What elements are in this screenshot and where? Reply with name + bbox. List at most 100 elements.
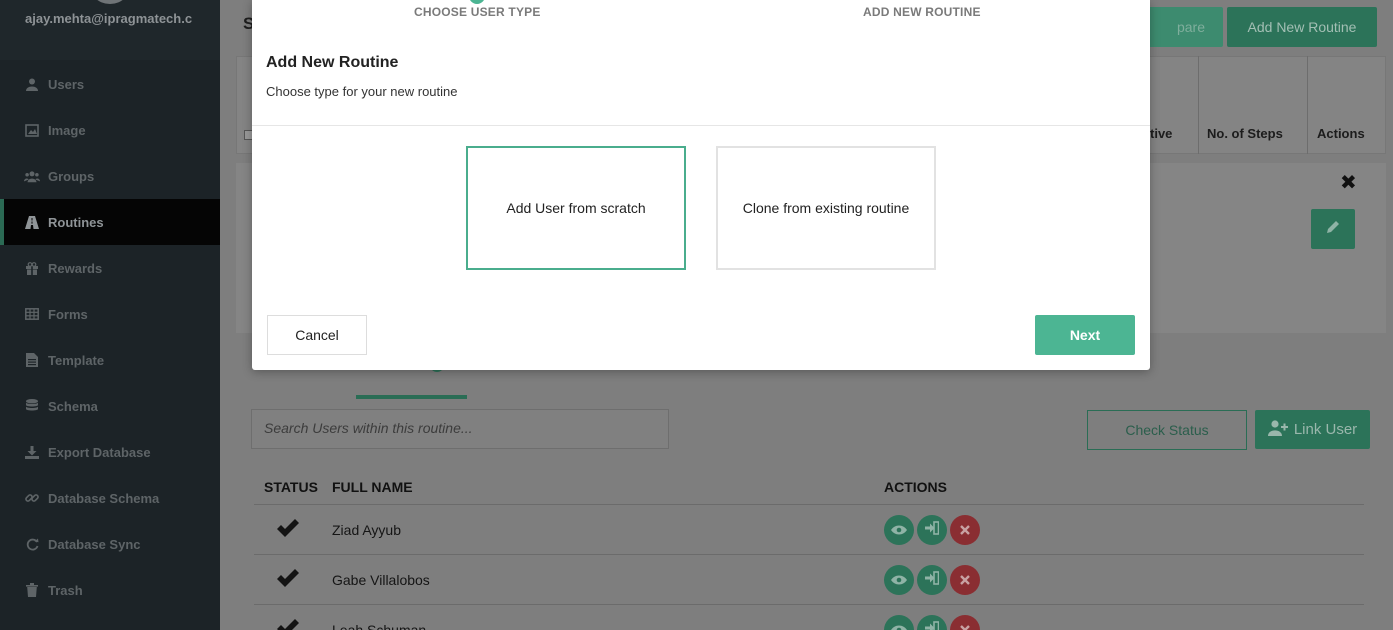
link-icon <box>24 490 40 506</box>
groups-icon <box>24 168 40 184</box>
option-add-user-from-scratch[interactable]: Add User from scratch <box>466 146 686 270</box>
add-user-icon <box>1267 419 1288 440</box>
view-button[interactable] <box>884 564 914 595</box>
sidebar-item-database-schema[interactable]: Database Schema <box>0 475 220 521</box>
active-tab-underline <box>356 395 467 399</box>
option-clone-existing-routine[interactable]: Clone from existing routine <box>716 146 936 270</box>
sidebar-item-label: Database Schema <box>48 490 160 506</box>
eye-icon <box>891 522 907 538</box>
sidebar-item-users[interactable]: Users <box>0 61 220 107</box>
sidebar-item-label: Database Sync <box>48 536 141 552</box>
sidebar-header <box>0 0 220 60</box>
table-row: Ziad Ayyub <box>254 505 1364 555</box>
modal-title: Add New Routine <box>266 54 399 71</box>
step-indicator-dot <box>469 0 485 4</box>
sign-in-icon <box>925 521 940 538</box>
image-icon <box>24 122 40 138</box>
sign-in-icon <box>925 571 940 588</box>
pencil-icon <box>1325 219 1341 240</box>
row-actions <box>884 514 980 545</box>
table-row: Leah Schuman <box>254 605 1364 630</box>
row-actions <box>884 564 980 595</box>
login-as-button[interactable] <box>917 514 947 545</box>
close-icon[interactable]: ✖ <box>1340 170 1357 195</box>
user-icon <box>24 76 40 92</box>
table-row: Gabe Villalobos <box>254 555 1364 605</box>
sidebar-item-rewards[interactable]: Rewards <box>0 245 220 291</box>
sign-in-icon <box>925 621 940 630</box>
sidebar-item-template[interactable]: Template <box>0 337 220 383</box>
sidebar-nav: Users Image Groups Routines Rewards Form… <box>0 61 220 613</box>
database-icon <box>24 398 40 414</box>
modal-subtitle: Choose type for your new routine <box>266 84 458 99</box>
user-name: Gabe Villalobos <box>332 571 430 588</box>
column-header-actions: Actions <box>1317 126 1365 141</box>
remove-button[interactable] <box>950 514 980 545</box>
user-name: Ziad Ayyub <box>332 521 402 538</box>
divider <box>252 125 1150 126</box>
column-header-steps: No. of Steps <box>1207 126 1283 141</box>
sidebar-item-trash[interactable]: Trash <box>0 567 220 613</box>
remove-button[interactable] <box>950 564 980 595</box>
close-icon <box>960 522 970 538</box>
header-full-name: FULL NAME <box>332 479 413 495</box>
header-status: STATUS <box>264 479 318 495</box>
add-new-routine-button[interactable]: Add New Routine <box>1227 7 1377 47</box>
row-actions <box>884 614 980 630</box>
users-table: STATUS FULL NAME ACTIONS Ziad Ayyub Gabe… <box>254 470 1364 630</box>
sidebar-item-routines[interactable]: Routines <box>0 199 220 245</box>
refresh-icon <box>24 536 40 552</box>
eye-icon <box>891 572 907 588</box>
table-icon <box>24 306 40 322</box>
sidebar-item-label: Trash <box>48 582 83 598</box>
column-divider <box>1307 56 1308 154</box>
user-name: Leah Schuman <box>332 621 427 630</box>
sidebar-item-database-sync[interactable]: Database Sync <box>0 521 220 567</box>
step-add-new-routine[interactable]: ADD NEW ROUTINE <box>863 5 981 19</box>
gift-icon <box>24 260 40 276</box>
users-table-header: STATUS FULL NAME ACTIONS <box>254 470 1364 505</box>
column-header-active: tive <box>1150 126 1173 141</box>
sidebar: ajay.mehta@ipragmatech.c Users Image Gro… <box>0 0 220 630</box>
eye-icon <box>891 622 907 630</box>
link-user-button[interactable]: Link User <box>1255 410 1370 449</box>
view-button[interactable] <box>884 614 914 630</box>
sidebar-item-label: Image <box>48 122 86 138</box>
sidebar-item-label: Export Database <box>48 444 151 460</box>
road-icon <box>24 214 40 230</box>
close-icon <box>960 622 970 630</box>
search-users-input[interactable]: Search Users within this routine... <box>251 409 669 449</box>
check-status-button[interactable]: Check Status <box>1087 410 1247 450</box>
sidebar-item-label: Groups <box>48 168 95 184</box>
view-button[interactable] <box>884 514 914 545</box>
check-icon <box>254 618 332 630</box>
sidebar-item-image[interactable]: Image <box>0 107 220 153</box>
check-icon <box>254 568 332 591</box>
check-icon <box>254 518 332 541</box>
sidebar-item-groups[interactable]: Groups <box>0 153 220 199</box>
sidebar-item-label: Template <box>48 352 105 368</box>
sidebar-item-label: Rewards <box>48 260 103 276</box>
sidebar-item-schema[interactable]: Schema <box>0 383 220 429</box>
edit-button[interactable] <box>1311 209 1355 249</box>
column-divider <box>1198 56 1199 154</box>
sidebar-item-forms[interactable]: Forms <box>0 291 220 337</box>
step-choose-user-type[interactable]: CHOOSE USER TYPE <box>414 5 541 19</box>
next-button[interactable]: Next <box>1035 315 1135 355</box>
sidebar-item-export-database[interactable]: Export Database <box>0 429 220 475</box>
sidebar-item-label: Routines <box>48 214 104 230</box>
sidebar-item-label: Users <box>48 76 85 92</box>
trash-icon <box>24 582 40 598</box>
close-icon <box>960 572 970 588</box>
add-routine-modal: CHOOSE USER TYPE ADD NEW ROUTINE Add New… <box>252 0 1150 370</box>
login-as-button[interactable] <box>917 564 947 595</box>
cancel-button[interactable]: Cancel <box>267 315 367 355</box>
download-icon <box>24 444 40 460</box>
sidebar-item-label: Schema <box>48 398 98 414</box>
user-email: ajay.mehta@ipragmatech.c <box>25 11 193 26</box>
link-user-label: Link User <box>1293 421 1358 438</box>
login-as-button[interactable] <box>917 614 947 630</box>
remove-button[interactable] <box>950 614 980 630</box>
header-actions: ACTIONS <box>884 479 947 495</box>
sidebar-item-label: Forms <box>48 306 88 322</box>
